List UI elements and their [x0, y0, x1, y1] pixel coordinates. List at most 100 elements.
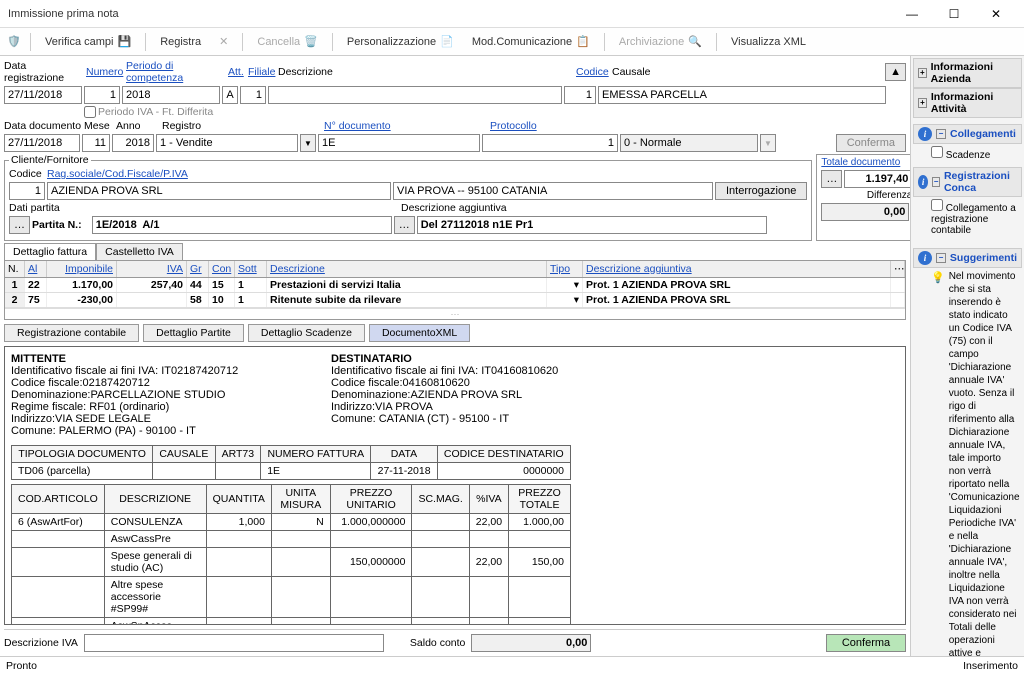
saldo-field [471, 634, 591, 652]
destinatario-heading: DESTINATARIO [331, 353, 558, 365]
coll-reg-checkbox[interactable] [931, 199, 943, 211]
causale-field[interactable] [598, 86, 886, 104]
descr-agg-field[interactable] [417, 216, 767, 234]
lightbulb-icon: 💡 [931, 270, 945, 284]
codice-field[interactable] [564, 86, 596, 104]
status-left: Pronto [6, 660, 37, 672]
totale-dots-button[interactable]: … [821, 170, 842, 188]
info-icon: i [918, 127, 932, 141]
registro-field[interactable] [156, 134, 298, 152]
data-doc-field[interactable] [4, 134, 80, 152]
anno-field[interactable] [112, 134, 154, 152]
suggerimenti-text: Nel movimento che si sta inserendo è sta… [949, 270, 1020, 656]
grid-h-da[interactable]: Descrizione aggiuntiva [586, 263, 692, 275]
collapse-button[interactable]: ▲ [885, 63, 906, 81]
subtab-dett-scadenze[interactable]: Dettaglio Scadenze [248, 324, 365, 342]
periodo-iva-label: Periodo IVA - Ft. Differita [98, 106, 213, 118]
normale-dropdown: ▼ [760, 134, 776, 152]
grid-h-n: N. [5, 261, 25, 277]
data-doc-label: Data documento [4, 120, 81, 132]
documento-xml-panel: MITTENTE Identificativo fiscale ai fini … [4, 346, 906, 625]
mod-comunicazione-button[interactable]: Mod.Comunicazione 📋 [464, 33, 598, 50]
grid-h-tipo[interactable]: Tipo [550, 263, 570, 275]
grid-h-sott[interactable]: Sott [238, 263, 257, 275]
mese-label: Mese [84, 120, 110, 132]
descrizione-field[interactable] [268, 86, 562, 104]
numero-field[interactable] [84, 86, 120, 104]
protocollo-field[interactable] [482, 134, 618, 152]
collegamenti-header[interactable]: i−Collegamenti [913, 124, 1022, 144]
conferma-hdr-button[interactable]: Conferma [836, 134, 906, 152]
grid-h-con[interactable]: Con [212, 263, 231, 275]
close-button[interactable]: ✕ [976, 3, 1016, 25]
coll-reg-label: Collegamento a registrazione contabile [931, 203, 1016, 236]
toolbar: 🛡️ Verifica campi 💾 Registra ✕ Cancella … [0, 28, 1024, 56]
periodo-field[interactable] [122, 86, 220, 104]
dati-partita-label: Dati partita [9, 202, 399, 214]
minimize-button[interactable]: — [892, 3, 932, 25]
filiale-label[interactable]: Filiale [248, 66, 275, 78]
att-field[interactable] [222, 86, 238, 104]
saldo-label: Saldo conto [410, 637, 465, 649]
grid-h-menu[interactable]: ⋯ [891, 261, 905, 277]
info-icon: i [918, 175, 928, 189]
subtab-documento-xml[interactable]: DocumentoXML [369, 324, 470, 342]
visualizza-xml-button[interactable]: Visualizza XML [723, 34, 814, 50]
scadenze-checkbox[interactable] [931, 146, 943, 158]
totale-fieldset: Totale documento … Differenza [816, 154, 910, 241]
partita-dots-button[interactable]: … [9, 216, 30, 234]
table-row[interactable]: 1221.170,00257,4044151Prestazioni di ser… [5, 278, 905, 293]
descr-iva-field[interactable] [84, 634, 384, 652]
app-icon: 🛡️ [4, 32, 24, 52]
info-azienda-header[interactable]: +Informazioni Azienda [913, 58, 1022, 88]
registra-x-button: ✕ [211, 33, 236, 50]
periodo-label[interactable]: Periodo di competenza [126, 60, 183, 84]
grid-h-al[interactable]: Al [28, 263, 37, 275]
cliente-codice-field[interactable] [9, 182, 45, 200]
numero-label[interactable]: Numero [86, 66, 123, 78]
reg-conca-header[interactable]: i−Registrazioni Conca [913, 167, 1022, 197]
descr-agg-label: Descrizione aggiuntiva [401, 202, 507, 214]
cliente-rag-field[interactable] [47, 182, 391, 200]
filiale-field[interactable] [240, 86, 266, 104]
protocollo-label[interactable]: Protocollo [490, 120, 537, 132]
suggerimenti-header[interactable]: i−Suggerimenti [913, 248, 1022, 268]
totale-doc-label[interactable]: Totale documento [821, 157, 900, 168]
maximize-button[interactable]: ☐ [934, 3, 974, 25]
codice-label[interactable]: Codice [576, 66, 609, 78]
subtab-dett-partite[interactable]: Dettaglio Partite [143, 324, 244, 342]
verifica-campi-button[interactable]: Verifica campi 💾 [37, 33, 139, 50]
att-label[interactable]: Att. [228, 66, 244, 78]
ndoc-field[interactable] [318, 134, 480, 152]
status-right: Inserimento [963, 660, 1018, 672]
normale-field [620, 134, 758, 152]
conferma-footer-button[interactable]: Conferma [826, 634, 906, 652]
grid-h-iva[interactable]: IVA [167, 263, 183, 275]
totale-field[interactable] [844, 170, 910, 188]
cliente-rag-label[interactable]: Rag.sociale/Cod.Fiscale/P.IVA [47, 168, 188, 180]
grid-h-imp[interactable]: Imponibile [65, 263, 113, 275]
data-reg-field[interactable] [4, 86, 82, 104]
periodo-iva-checkbox[interactable] [84, 106, 96, 118]
tab-castelletto-iva[interactable]: Castelletto IVA [96, 243, 183, 260]
grid-h-descr[interactable]: Descrizione [270, 263, 325, 275]
info-attivita-header[interactable]: +Informazioni Attività [913, 88, 1022, 118]
side-panel: +Informazioni Azienda +Informazioni Atti… [910, 56, 1024, 656]
statusbar: Pronto Inserimento [0, 656, 1024, 674]
mese-field[interactable] [82, 134, 110, 152]
cliente-addr-field [393, 182, 713, 200]
titlebar: Immissione prima nota — ☐ ✕ [0, 0, 1024, 28]
interrogazione-button[interactable]: Interrogazione [715, 182, 807, 200]
descr-agg-dots-button[interactable]: … [394, 216, 415, 234]
registro-dropdown[interactable]: ▼ [300, 134, 316, 152]
cliente-codice-label: Codice [9, 168, 45, 180]
cancella-button: Cancella 🗑️ [249, 33, 326, 50]
tab-dettaglio-fattura[interactable]: Dettaglio fattura [4, 243, 96, 260]
registra-button[interactable]: Registra [152, 34, 209, 50]
subtab-reg-contabile[interactable]: Registrazione contabile [4, 324, 139, 342]
cliente-fieldset: Cliente/Fornitore Codice Rag.sociale/Cod… [4, 154, 812, 241]
personalizzazione-button[interactable]: Personalizzazione 📄 [339, 33, 462, 50]
grid-h-gr[interactable]: Gr [190, 263, 202, 275]
table-row[interactable]: 275-230,0058101Ritenute subite da rileva… [5, 293, 905, 308]
ndoc-label[interactable]: N° documento [324, 120, 391, 132]
